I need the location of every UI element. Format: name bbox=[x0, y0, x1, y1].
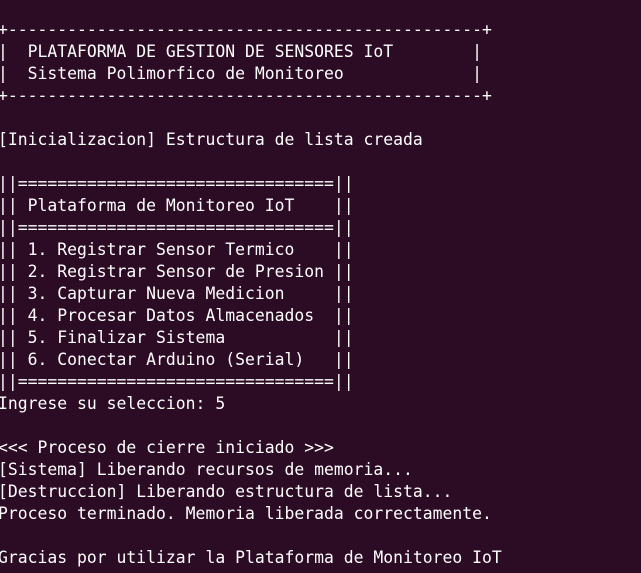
menu-option-5: || 5. Finalizar Sistema || bbox=[0, 328, 354, 347]
menu-border-bottom: ||================================|| bbox=[0, 372, 354, 391]
terminal-output: +---------------------------------------… bbox=[0, 19, 502, 569]
shutdown-header: <<< Proceso de cierre iniciado >>> bbox=[0, 438, 334, 457]
menu-option-1: || 1. Registrar Sensor Termico || bbox=[0, 240, 354, 259]
init-message: [Inicializacion] Estructura de lista cre… bbox=[0, 130, 423, 149]
menu-option-2: || 2. Registrar Sensor de Presion || bbox=[0, 262, 354, 281]
menu-border-top: ||================================|| bbox=[0, 174, 354, 193]
farewell-message: Gracias por utilizar la Plataforma de Mo… bbox=[0, 548, 502, 567]
menu-option-4: || 4. Procesar Datos Almacenados || bbox=[0, 306, 354, 325]
header-title: | PLATAFORMA DE GESTION DE SENSORES IoT … bbox=[0, 42, 483, 61]
terminal-window[interactable]: +---------------------------------------… bbox=[0, 0, 641, 573]
menu-title: || Plataforma de Monitoreo IoT || bbox=[0, 196, 354, 215]
menu-option-3: || 3. Capturar Nueva Medicion || bbox=[0, 284, 354, 303]
header-subtitle: | Sistema Polimorfico de Monitoreo | bbox=[0, 64, 483, 83]
process-finished-message: Proceso terminado. Memoria liberada corr… bbox=[0, 504, 492, 523]
header-border-bottom: +---------------------------------------… bbox=[0, 86, 492, 105]
header-border-top: +---------------------------------------… bbox=[0, 20, 492, 39]
system-message: [Sistema] Liberando recursos de memoria.… bbox=[0, 460, 413, 479]
destruction-message: [Destruccion] Liberando estructura de li… bbox=[0, 482, 453, 501]
menu-divider: ||================================|| bbox=[0, 218, 354, 237]
menu-option-6: || 6. Conectar Arduino (Serial) || bbox=[0, 350, 354, 369]
selection-prompt: Ingrese su seleccion: 5 bbox=[0, 394, 226, 413]
